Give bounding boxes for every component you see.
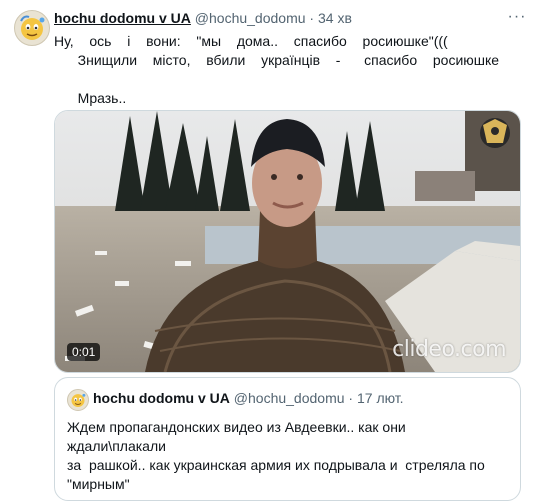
quoted-author-name[interactable]: hochu dodomu v UA [93, 390, 230, 406]
author-handle[interactable]: @hochu_dodomu [195, 10, 306, 26]
emoji-face-icon [71, 393, 86, 408]
more-options-icon[interactable]: ··· [506, 9, 528, 28]
author-name[interactable]: hochu dodomu v UA [54, 10, 191, 26]
quoted-tweet-text: Ждем пропагандонских видео из Авдеевки..… [67, 419, 485, 492]
quoted-tweet-timestamp[interactable]: 17 лют. [357, 390, 404, 406]
emblem-badge-icon [480, 118, 510, 148]
watermark-text: clideo.com [392, 337, 506, 362]
quoted-tweet-header: hochu dodomu v UA @hochu_dodomu · 17 лют… [93, 390, 404, 406]
quoted-tweet[interactable]: hochu dodomu v UA @hochu_dodomu · 17 лют… [54, 377, 521, 501]
emoji-face-icon [20, 15, 45, 40]
separator-dot: · [309, 10, 315, 26]
author-avatar[interactable] [14, 10, 50, 46]
video-player[interactable]: 0:01 clideo.com [54, 110, 521, 373]
tweet-timestamp[interactable]: 34 хв [318, 10, 352, 26]
video-duration: 0:01 [67, 343, 101, 361]
tweet-header: hochu dodomu v UA @hochu_dodomu · 34 хв [54, 10, 352, 26]
quoted-author-handle[interactable]: @hochu_dodomu [234, 390, 345, 406]
tweet-text: Ну, ось і вони: "мы дома.. спасибо росию… [54, 33, 500, 106]
video-thumbnail [55, 111, 520, 372]
separator-dot: · [348, 390, 354, 406]
quoted-author-avatar[interactable] [67, 389, 89, 411]
